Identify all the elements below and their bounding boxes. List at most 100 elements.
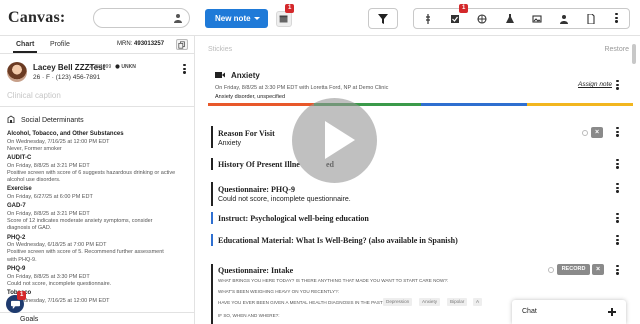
- option-bipolar[interactable]: Bipolar: [447, 298, 468, 306]
- command-reason-for-visit[interactable]: Reason For Visit Anxiety: [211, 126, 611, 148]
- command-educational-material[interactable]: Educational Material: What Is Well-Being…: [211, 234, 611, 246]
- top-bar: Canvas: New note 1 1: [0, 0, 640, 36]
- social-determinant-item[interactable]: PHQ-9 On Friday, 8/8/25 at 3:30 PM EDT Cou…: [7, 266, 192, 288]
- item-title: AUDIT-C: [7, 155, 32, 162]
- stickies-label[interactable]: Stickies: [208, 46, 232, 53]
- tab-chart[interactable]: Chart: [12, 41, 38, 53]
- command-label: Reason For Visit: [218, 129, 275, 138]
- mrn-label: MRN:: [117, 41, 133, 47]
- chart-tools-bar: [413, 8, 630, 29]
- social-determinants-list: Alcohol, Tobacco, and Other Substances On…: [7, 131, 192, 307]
- plus-icon[interactable]: [608, 308, 616, 316]
- copy-mrn-button[interactable]: [176, 39, 188, 50]
- remove-command-button[interactable]: ×: [591, 127, 603, 138]
- app-logo[interactable]: Canvas:: [8, 9, 65, 27]
- tab-profile[interactable]: Profile: [50, 41, 70, 48]
- social-determinant-item[interactable]: PHQ-2 On Wednesday, 6/18/25 at 7:00 PM ED…: [7, 235, 192, 264]
- command-instruct[interactable]: Instruct: Psychological well-being educa…: [211, 212, 611, 224]
- command-label: Questionnaire: Intake: [218, 266, 294, 275]
- command-hpi[interactable]: History Of Present Illne ed: [211, 158, 611, 170]
- command-phq9[interactable]: Questionnaire: PHQ-9 Could not score, in…: [211, 182, 611, 206]
- patient-search-input[interactable]: [93, 8, 190, 28]
- chevron-down-icon: [254, 17, 260, 20]
- remove-command-button[interactable]: ×: [592, 264, 604, 275]
- item-title: GAD-7: [7, 203, 26, 210]
- goals-label: Goals: [20, 316, 39, 323]
- assign-note-link[interactable]: Assign note: [578, 81, 612, 88]
- item-title: PHQ-2: [7, 234, 26, 241]
- stickies-header: Stickies Restore: [195, 36, 640, 62]
- item-detail: Never, Former smoker: [7, 145, 62, 152]
- checkbox-icon[interactable]: [450, 14, 460, 24]
- video-camera-icon: [215, 72, 225, 78]
- command-menu-icon[interactable]: [616, 213, 619, 224]
- gender-status-icon: [115, 64, 120, 69]
- new-note-button[interactable]: New note: [205, 9, 268, 28]
- new-note-label: New note: [215, 14, 251, 23]
- item-title: Tobacco: [7, 290, 192, 298]
- restore-button[interactable]: Restore: [604, 46, 629, 53]
- item-title: PHQ-9: [7, 266, 26, 273]
- calendar-badge: 1: [285, 4, 295, 13]
- command-label: History Of Present Illne: [218, 160, 300, 169]
- chat-icon: [11, 300, 20, 309]
- command-menu-icon[interactable]: [616, 265, 619, 276]
- command-menu-icon[interactable]: [616, 235, 619, 246]
- video-play-button[interactable]: [292, 98, 377, 183]
- chat-panel[interactable]: Chat: [512, 300, 626, 324]
- social-determinant-item[interactable]: Exercise On Friday, 6/27/25 at 6:00 PM ED…: [7, 186, 192, 201]
- command-label: Questionnaire: PHQ-9: [218, 185, 295, 194]
- record-button[interactable]: RECORD: [557, 264, 590, 275]
- item-detail: Positive screen with score of 6 suggests…: [7, 169, 176, 176]
- status-circle-icon: [548, 267, 554, 273]
- note-pane: Stickies Restore Anxiety On Friday, 8/8/…: [195, 36, 640, 324]
- calendar-button[interactable]: [276, 11, 292, 27]
- document-icon[interactable]: [586, 14, 596, 24]
- building-icon: [7, 115, 15, 123]
- item-detail: diagnosis of GAD.: [7, 225, 52, 232]
- item-detail: On Friday, 8/8/25 at 3:21 PM EDT: [7, 162, 90, 169]
- option-depression[interactable]: Depression: [383, 298, 413, 306]
- staff-icon[interactable]: [423, 14, 433, 24]
- person-search-icon: [174, 14, 182, 23]
- chat-badge: 1: [17, 291, 27, 300]
- option-anxiety[interactable]: Anxiety: [419, 298, 441, 306]
- command-menu-icon[interactable]: [616, 127, 619, 138]
- social-determinants-section: Social Determinants Alcohol, Tobacco, an…: [0, 106, 195, 304]
- social-determinant-item[interactable]: GAD-7 On Friday, 8/8/25 at 3:21 PM EDT Sco…: [7, 203, 192, 232]
- command-value: Could not score, incomplete questionnair…: [218, 196, 351, 203]
- social-determinant-item[interactable]: AUDIT-C On Friday, 8/8/25 at 3:21 PM EDT P…: [7, 155, 192, 184]
- patient-menu-icon[interactable]: [183, 64, 186, 75]
- filter-icon: [378, 14, 388, 24]
- social-determinant-item[interactable]: Alcohol, Tobacco, and Other Substances On…: [7, 131, 192, 153]
- item-title: Alcohol, Tobacco, and Other Substances: [7, 131, 124, 137]
- question-2: WHAT'S BEEN WEIGHING HEAVY ON YOU RECENT…: [218, 289, 339, 294]
- social-determinant-item[interactable]: TobaccoOn Wednesday, 7/16/25 at 12:00 PM…: [7, 290, 192, 305]
- goals-section[interactable]: Goals: [0, 312, 195, 324]
- patient-demographics: 26 · F · (123) 456-7891: [33, 74, 101, 81]
- status-circle-icon: [582, 130, 588, 136]
- command-label: Instruct: Psychological well-being educa…: [218, 214, 369, 223]
- patient-chart-pane: Chart Profile MRN: 493013257 Lacey Bell …: [0, 36, 195, 324]
- item-detail: On Friday, 8/8/25 at 3:30 PM EDT: [7, 273, 90, 280]
- image-icon[interactable]: [532, 14, 542, 24]
- section-title[interactable]: Social Determinants: [7, 115, 84, 124]
- option-a[interactable]: A: [473, 298, 483, 306]
- filter-button[interactable]: [368, 8, 398, 29]
- note-menu-icon[interactable]: [616, 80, 619, 91]
- command-menu-icon[interactable]: [616, 159, 619, 170]
- item-detail: On Wednesday, 6/18/25 at 7:00 PM EDT: [7, 242, 107, 249]
- item-detail: Could not score, incomplete questionnair…: [7, 280, 112, 287]
- command-menu-icon[interactable]: [616, 183, 619, 194]
- flask-icon[interactable]: [505, 14, 515, 24]
- copy-icon: [178, 41, 185, 49]
- person-icon[interactable]: [559, 14, 569, 24]
- clinical-caption-input[interactable]: Clinical caption: [7, 91, 61, 100]
- more-menu-icon[interactable]: [615, 13, 618, 24]
- chart-tabs: Chart Profile MRN: 493013257: [0, 36, 195, 54]
- globe-icon[interactable]: [477, 14, 487, 24]
- question-4: IF SO, WHEN AND WHERE?:: [218, 313, 280, 318]
- question-1: WHAT BRINGS YOU HERE TODAY? IS THERE ANY…: [218, 278, 449, 283]
- command-value: Anxiety: [218, 140, 241, 147]
- question-3: HAVE YOU EVER BEEN GIVEN A MENTAL HEALTH…: [218, 300, 387, 305]
